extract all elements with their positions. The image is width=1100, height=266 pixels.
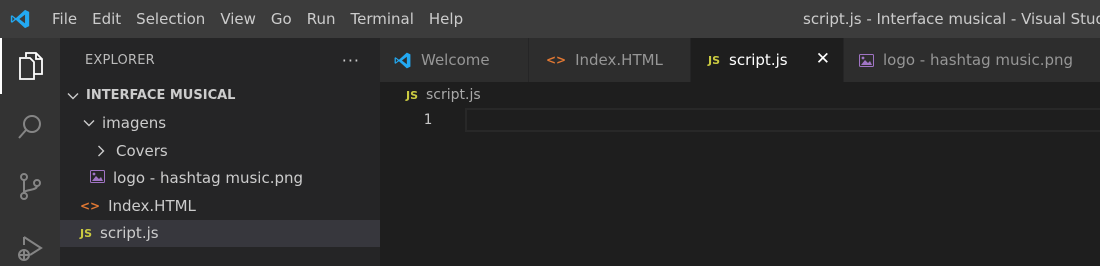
- search-icon[interactable]: [0, 99, 60, 155]
- close-icon[interactable]: ✕: [816, 50, 830, 68]
- tab-welcome[interactable]: Welcome: [380, 38, 529, 82]
- menu-help[interactable]: Help: [422, 0, 470, 38]
- vscode-logo-icon[interactable]: [0, 0, 40, 38]
- tab-logo-png[interactable]: logo - hashtag music.png: [844, 38, 1100, 82]
- file-logo-png[interactable]: logo - hashtag music.png: [60, 165, 380, 193]
- tab-label: logo - hashtag music.png: [883, 51, 1074, 69]
- menu-file[interactable]: File: [45, 0, 84, 38]
- line-number: 1: [423, 112, 432, 128]
- activity-bar: [0, 38, 60, 266]
- explorer-title: EXPLORER: [85, 52, 155, 68]
- file-script-js[interactable]: JS script.js: [60, 219, 380, 247]
- menu-selection[interactable]: Selection: [129, 0, 212, 38]
- file-label: script.js: [100, 224, 159, 243]
- file-index-html[interactable]: <> Index.HTML: [60, 192, 380, 220]
- html-icon: <>: [546, 53, 567, 67]
- menu-edit[interactable]: Edit: [85, 0, 128, 38]
- more-actions-icon[interactable]: ···: [342, 51, 360, 70]
- chevron-down-icon: [66, 89, 80, 103]
- menu-go[interactable]: Go: [264, 0, 299, 38]
- chevron-down-icon: [82, 116, 96, 130]
- js-icon: JS: [708, 53, 721, 67]
- run-debug-icon[interactable]: [0, 220, 60, 266]
- file-label: Index.HTML: [108, 196, 196, 215]
- breadcrumb-file[interactable]: script.js: [426, 87, 481, 103]
- tab-script-js[interactable]: JS script.js ✕: [691, 38, 844, 82]
- source-control-icon[interactable]: [0, 158, 60, 214]
- current-line-highlight: [465, 108, 1100, 132]
- vscode-icon: [393, 51, 412, 70]
- tab-label: Welcome: [421, 51, 490, 69]
- tab-label: Index.HTML: [575, 51, 663, 69]
- chevron-right-icon: [94, 144, 108, 158]
- html-file-icon: <>: [80, 198, 101, 213]
- menu-terminal[interactable]: Terminal: [344, 0, 421, 38]
- tab-label: script.js: [729, 51, 788, 69]
- folder-imagens[interactable]: imagens: [60, 110, 380, 138]
- image-file-icon: [90, 170, 105, 186]
- explorer-icon[interactable]: [0, 38, 60, 94]
- folder-label: Covers: [116, 141, 168, 160]
- file-label: logo - hashtag music.png: [113, 169, 304, 188]
- image-icon: [859, 53, 874, 67]
- breadcrumb: JS script.js: [380, 82, 1100, 108]
- folder-label: imagens: [102, 114, 167, 133]
- menu-view[interactable]: View: [213, 0, 263, 38]
- js-file-icon: JS: [80, 226, 93, 240]
- project-root[interactable]: INTERFACE MUSICAL: [60, 82, 380, 110]
- js-icon: JS: [406, 88, 419, 102]
- code-editor[interactable]: JS script.js 1: [380, 82, 1100, 266]
- folder-covers[interactable]: Covers: [60, 137, 380, 165]
- title-bar: File Edit Selection View Go Run Terminal…: [0, 0, 1100, 38]
- tab-index-html[interactable]: <> Index.HTML: [529, 38, 691, 82]
- menu-bar: File Edit Selection View Go Run Terminal…: [40, 0, 471, 38]
- code-line[interactable]: 1: [380, 108, 1100, 132]
- explorer-sidebar: EXPLORER ··· INTERFACE MUSICAL imagens C…: [60, 38, 380, 266]
- window-title: script.js - Interface musical - Visual S…: [803, 10, 1100, 28]
- explorer-header: EXPLORER ···: [60, 38, 380, 82]
- project-name: INTERFACE MUSICAL: [86, 88, 236, 104]
- menu-run[interactable]: Run: [300, 0, 343, 38]
- editor-tab-bar: Welcome <> Index.HTML JS script.js ✕ log…: [380, 38, 1100, 82]
